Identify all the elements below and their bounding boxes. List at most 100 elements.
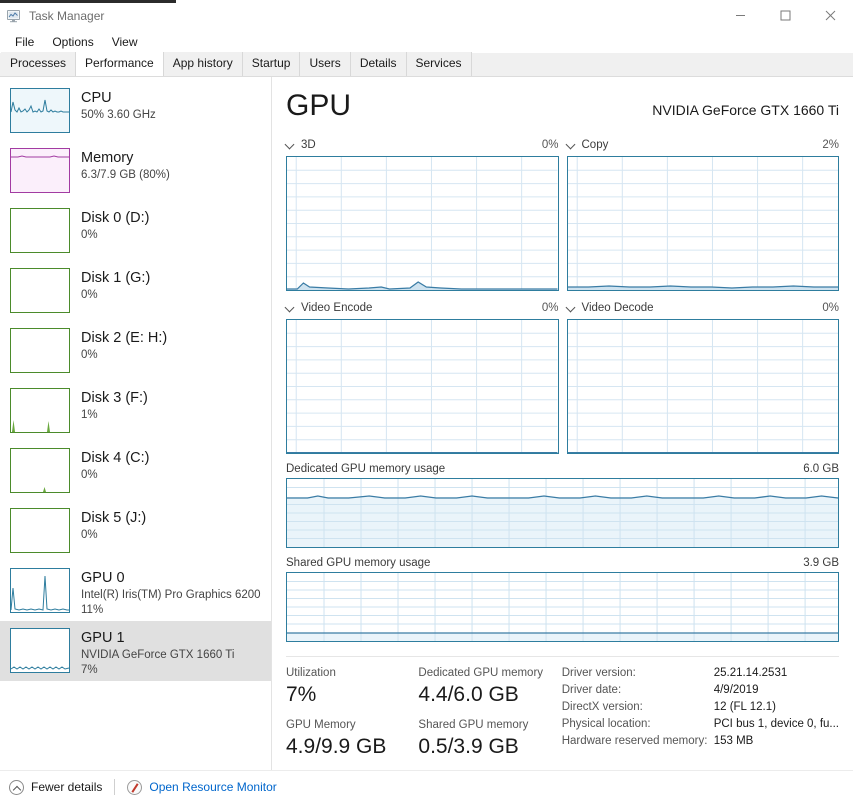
sidebar-item-sub: 1% (81, 408, 148, 423)
sidebar-item-disk-5[interactable]: Disk 5 (J:) 0% (0, 501, 271, 561)
disk-3-sparkline (10, 388, 70, 433)
stats-section: Utilization 7% GPU Memory 4.9/9.9 GB Ded… (286, 656, 839, 769)
sidebar-item-disk-0[interactable]: Disk 0 (D:) 0% (0, 201, 271, 261)
sidebar-item-gpu-1[interactable]: GPU 1 NVIDIA GeForce GTX 1660 Ti 7% (0, 621, 271, 681)
stat-utilization: Utilization 7% (286, 665, 418, 708)
tab-app-history[interactable]: App history (164, 52, 243, 76)
chevron-down-icon[interactable] (567, 140, 576, 149)
engine-video-decode-label-row: Video Decode 0% (567, 300, 840, 315)
tab-users[interactable]: Users (300, 52, 350, 76)
chevron-up-circle-icon (9, 780, 24, 795)
chevron-down-icon[interactable] (286, 303, 295, 312)
sidebar-item-disk-3[interactable]: Disk 3 (F:) 1% (0, 381, 271, 441)
engine-video-decode-label-group[interactable]: Video Decode (567, 302, 654, 314)
tab-performance[interactable]: Performance (75, 52, 164, 76)
menu-item-view[interactable]: View (103, 33, 147, 51)
info-value: 12 (FL 12.1) (714, 699, 776, 716)
tab-services[interactable]: Services (407, 52, 472, 76)
engine-video-encode-label-group[interactable]: Video Encode (286, 302, 372, 314)
sidebar-item-disk-4-text: Disk 4 (C:) 0% (81, 448, 149, 483)
title-bar-left: Task Manager (0, 8, 104, 24)
sidebar-item-sub: 6.3/7.9 GB (80%) (81, 168, 170, 183)
shared-gpu-memory-graph[interactable] (286, 572, 839, 642)
open-resource-monitor-button[interactable]: Open Resource Monitor (127, 780, 276, 795)
engine-video-encode: Video Encode 0% (286, 300, 559, 454)
disk-2-sparkline (10, 328, 70, 373)
sidebar-item-gpu-0-text: GPU 0 Intel(R) Iris(TM) Pro Graphics 620… (81, 568, 261, 618)
stat-value: 7% (286, 681, 418, 708)
sidebar-item-sub: 0% (81, 468, 149, 483)
sidebar-item-label: Disk 3 (F:) (81, 389, 148, 408)
stat-shared-gpu-memory: Shared GPU memory 0.5/3.9 GB (418, 717, 553, 760)
sidebar-item-memory[interactable]: Memory 6.3/7.9 GB (80%) (0, 141, 271, 201)
dedicated-gpu-memory-max: 6.0 GB (803, 463, 839, 475)
info-label: Driver date: (562, 682, 714, 699)
info-value: 25.21.14.2531 (714, 665, 788, 682)
engine-video-decode-graph[interactable] (567, 319, 840, 454)
engine-value: 2% (822, 139, 839, 151)
engine-3d-label-group[interactable]: 3D (286, 139, 316, 151)
tab-processes[interactable]: Processes (1, 52, 76, 76)
info-row-directx-version: DirectX version: 12 (FL 12.1) (562, 699, 839, 716)
engine-3d-graph[interactable] (286, 156, 559, 291)
stat-label: Utilization (286, 665, 418, 681)
shared-gpu-memory-label-row: Shared GPU memory usage 3.9 GB (286, 557, 839, 569)
info-row-driver-version: Driver version: 25.21.14.2531 (562, 665, 839, 682)
menu-item-file[interactable]: File (6, 33, 43, 51)
info-label: Hardware reserved memory: (562, 733, 714, 750)
sidebar-item-disk-1-text: Disk 1 (G:) 0% (81, 268, 150, 303)
chevron-down-icon[interactable] (567, 303, 576, 312)
window-accent-bar (0, 0, 176, 3)
panel-header: GPU NVIDIA GeForce GTX 1660 Ti (286, 89, 839, 123)
sidebar-item-disk-0-text: Disk 0 (D:) 0% (81, 208, 149, 243)
sidebar-item-disk-2[interactable]: Disk 2 (E: H:) 0% (0, 321, 271, 381)
tab-details[interactable]: Details (351, 52, 407, 76)
sidebar-item-label: Disk 4 (C:) (81, 449, 149, 468)
sidebar-item-disk-4[interactable]: Disk 4 (C:) 0% (0, 441, 271, 501)
device-info-column: Driver version: 25.21.14.2531 Driver dat… (554, 665, 839, 769)
engine-3d: 3D 0% (286, 137, 559, 291)
engine-video-encode-label-row: Video Encode 0% (286, 300, 559, 315)
stats-column-1: Utilization 7% GPU Memory 4.9/9.9 GB (286, 665, 418, 769)
maximize-button[interactable] (763, 0, 808, 31)
sidebar-item-cpu[interactable]: CPU 50% 3.60 GHz (0, 81, 271, 141)
gpu-0-sparkline (10, 568, 70, 613)
engine-copy-label-group[interactable]: Copy (567, 139, 609, 151)
sidebar-item-gpu-0[interactable]: GPU 0 Intel(R) Iris(TM) Pro Graphics 620… (0, 561, 271, 621)
close-button[interactable] (808, 0, 853, 31)
tab-startup[interactable]: Startup (243, 52, 301, 76)
minimize-button[interactable] (718, 0, 763, 31)
resource-sidebar: CPU 50% 3.60 GHz Memory 6.3/7.9 GB (80%) (0, 77, 272, 770)
menu-item-options[interactable]: Options (43, 33, 102, 51)
gpu-detail-panel: GPU NVIDIA GeForce GTX 1660 Ti 3D 0% (272, 77, 853, 770)
engine-video-encode-graph[interactable] (286, 319, 559, 454)
sidebar-item-disk-5-text: Disk 5 (J:) 0% (81, 508, 146, 543)
engine-copy-graph[interactable] (567, 156, 840, 291)
engine-label: Copy (582, 139, 609, 151)
disk-4-sparkline (10, 448, 70, 493)
sidebar-item-sub2: 11% (81, 603, 261, 618)
engine-label: 3D (301, 139, 316, 151)
status-bar: Fewer details Open Resource Monitor (0, 770, 853, 803)
sidebar-item-label: GPU 0 (81, 569, 261, 588)
chevron-down-icon[interactable] (286, 140, 295, 149)
task-manager-window: Task Manager File Options View Processes… (0, 0, 853, 803)
dedicated-gpu-memory-label: Dedicated GPU memory usage (286, 463, 445, 475)
stat-dedicated-gpu-memory: Dedicated GPU memory 4.4/6.0 GB (418, 665, 553, 708)
engine-value: 0% (542, 139, 559, 151)
sidebar-item-disk-1[interactable]: Disk 1 (G:) 0% (0, 261, 271, 321)
stat-gpu-memory: GPU Memory 4.9/9.9 GB (286, 717, 418, 760)
fewer-details-button[interactable]: Fewer details (9, 780, 102, 795)
sidebar-item-sub: 0% (81, 528, 146, 543)
memory-sparkline (10, 148, 70, 193)
sidebar-item-sub: 0% (81, 288, 150, 303)
sidebar-item-sub: NVIDIA GeForce GTX 1660 Ti (81, 648, 234, 663)
shared-gpu-memory-label: Shared GPU memory usage (286, 557, 430, 569)
sidebar-item-label: Disk 1 (G:) (81, 269, 150, 288)
sidebar-item-disk-2-text: Disk 2 (E: H:) 0% (81, 328, 167, 363)
window-title: Task Manager (29, 9, 104, 23)
engine-graphs-row-2: Video Encode 0% (286, 300, 839, 454)
info-label: DirectX version: (562, 699, 714, 716)
dedicated-gpu-memory-graph[interactable] (286, 478, 839, 548)
dedicated-gpu-memory-section: Dedicated GPU memory usage 6.0 GB (286, 463, 839, 548)
